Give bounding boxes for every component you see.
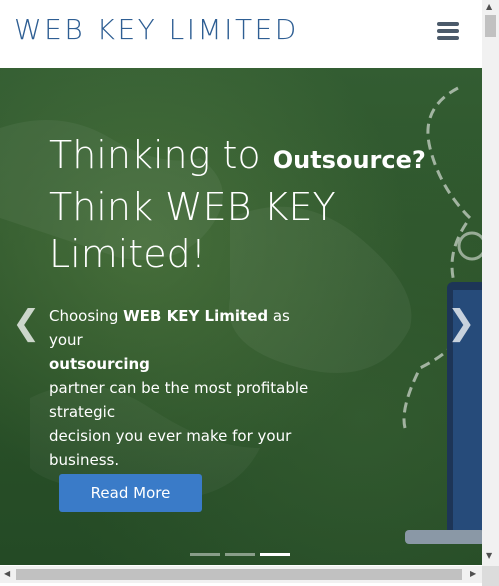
scrollbar-corner bbox=[482, 566, 499, 586]
vertical-scrollbar[interactable]: ▲ ▼ bbox=[482, 0, 499, 566]
sub-line5: decision you ever make for your bbox=[49, 427, 292, 445]
chevron-left-icon[interactable]: ❮ bbox=[12, 303, 41, 343]
carousel-indicator-1[interactable] bbox=[190, 553, 220, 556]
hero-carousel: Thinking to Outsource? Think WEB KEY Lim… bbox=[0, 68, 482, 565]
hero-description: Choosing WEB KEY Limited as your outsour… bbox=[49, 304, 319, 472]
site-logo[interactable]: WEB KEY LIMITED bbox=[14, 13, 299, 46]
headline-bold: Outsource? bbox=[272, 146, 426, 174]
sub-prefix: Choosing bbox=[49, 307, 124, 325]
headline-line3: Limited! bbox=[49, 232, 206, 276]
horizontal-scrollbar[interactable]: ◀ ▶ bbox=[0, 566, 482, 583]
headline-part1: Thinking to bbox=[49, 133, 273, 177]
carousel-indicator-2[interactable] bbox=[225, 553, 255, 556]
horizontal-scroll-thumb[interactable] bbox=[16, 569, 462, 580]
scroll-left-icon[interactable]: ◀ bbox=[4, 569, 10, 578]
scroll-right-icon[interactable]: ▶ bbox=[470, 569, 476, 578]
scroll-up-icon[interactable]: ▲ bbox=[486, 2, 492, 11]
sub-bold-outsourcing: outsourcing bbox=[49, 355, 150, 373]
carousel-indicator-3[interactable] bbox=[260, 553, 290, 556]
site-header: WEB KEY LIMITED bbox=[0, 0, 482, 68]
sub-line3: partner can be the most profitable bbox=[49, 379, 309, 397]
headline-line2: Think WEB KEY bbox=[49, 185, 336, 229]
carousel-indicators bbox=[190, 553, 290, 557]
hamburger-menu-icon[interactable] bbox=[437, 22, 460, 44]
sub-line4: strategic bbox=[49, 403, 116, 421]
chevron-right-icon[interactable]: ❯ bbox=[447, 303, 476, 343]
sub-line6: business. bbox=[49, 451, 120, 469]
scroll-down-icon[interactable]: ▼ bbox=[486, 551, 492, 560]
vertical-scroll-thumb[interactable] bbox=[485, 15, 496, 37]
hero-headline: Thinking to Outsource? Think WEB KEY Lim… bbox=[49, 132, 449, 278]
read-more-button[interactable]: Read More bbox=[59, 474, 202, 512]
sub-bold-brand: WEB KEY Limited bbox=[123, 307, 269, 325]
